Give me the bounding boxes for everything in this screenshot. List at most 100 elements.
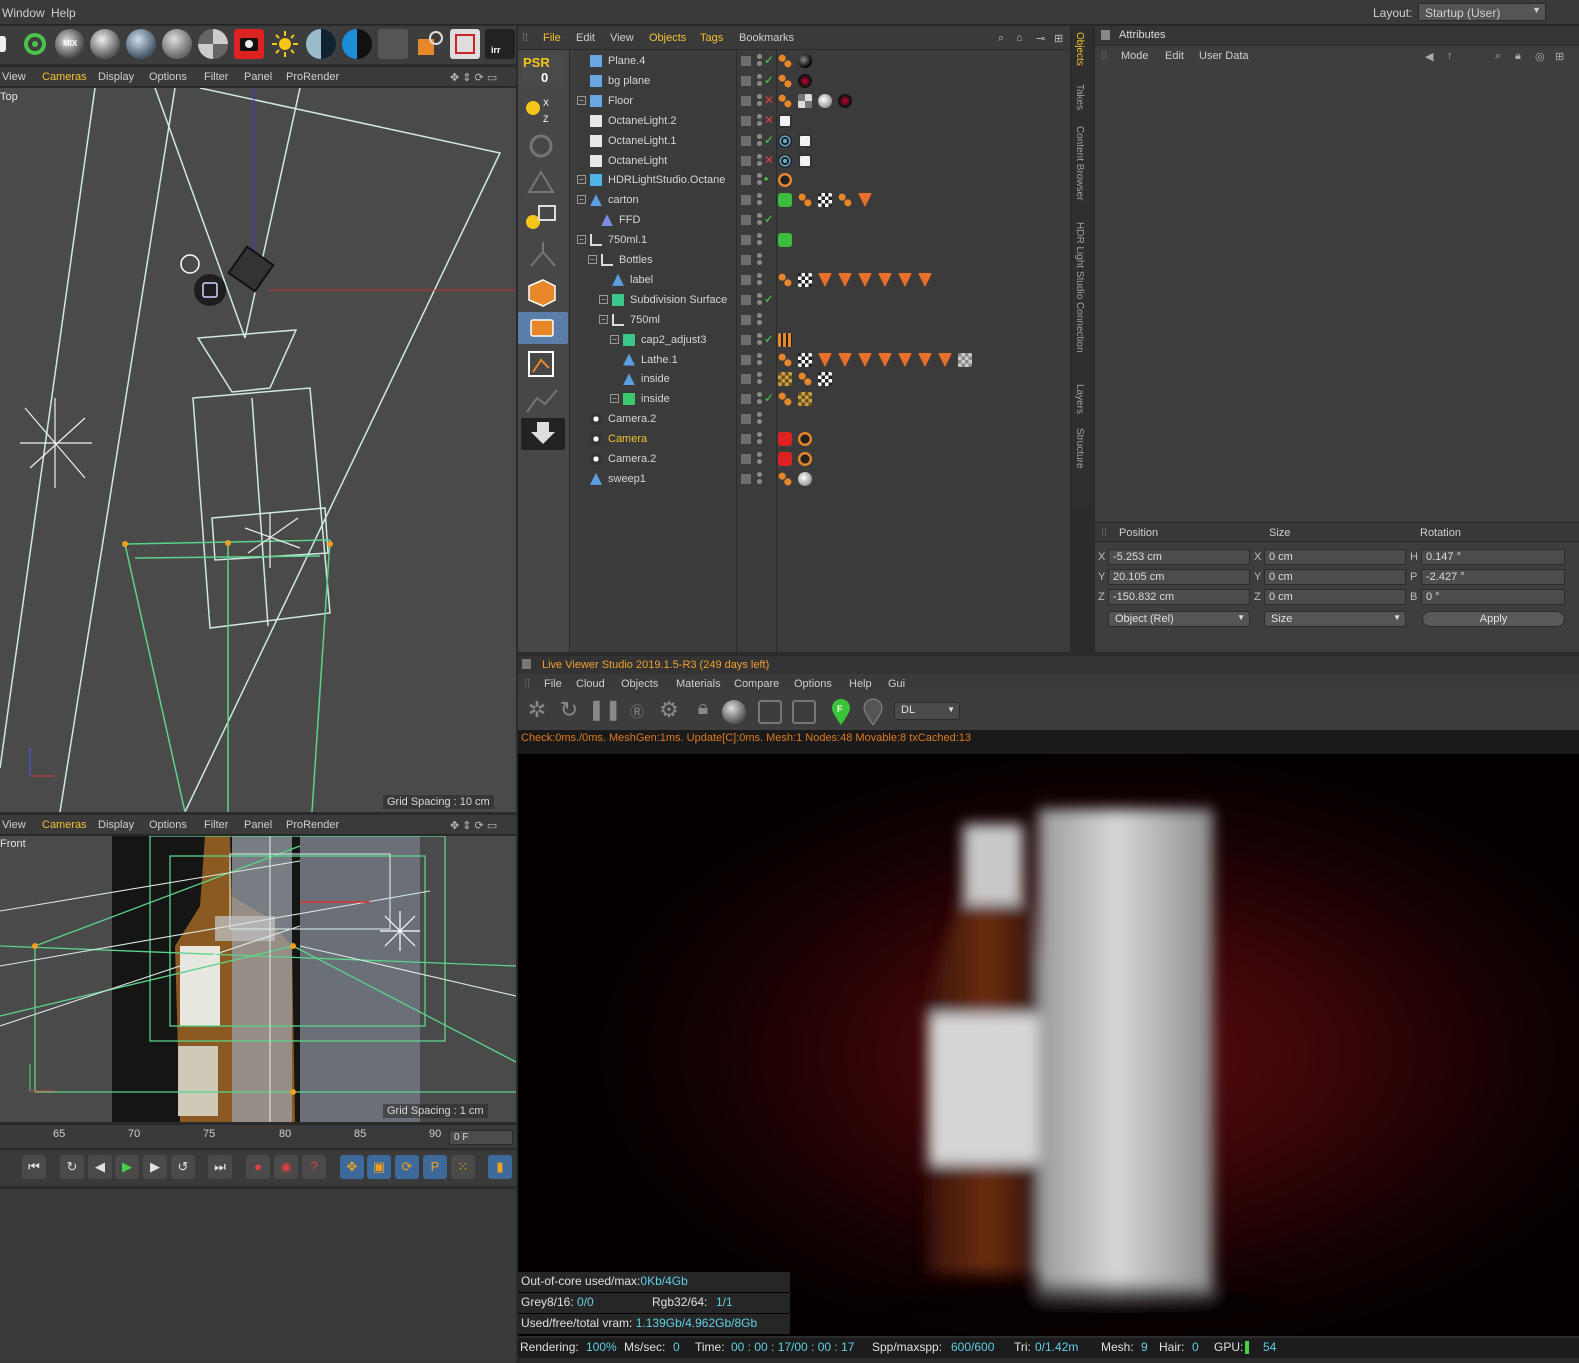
layer-swatch-icon[interactable]: [740, 273, 752, 286]
visibility-dots-icon[interactable]: [757, 213, 762, 227]
viewport-top[interactable]: Top Grid Spacing : 10 cm: [0, 88, 516, 812]
glossy-material-icon[interactable]: [126, 29, 156, 59]
visibility-dots-icon[interactable]: [757, 471, 762, 486]
new-window-icon[interactable]: ⊞: [1555, 50, 1564, 63]
vp2-menu-display[interactable]: Display: [98, 819, 134, 831]
disabled-cross-icon[interactable]: ✕: [764, 93, 774, 107]
visibility-dots-icon[interactable]: [757, 113, 762, 128]
enabled-check-icon[interactable]: ✓: [764, 292, 774, 306]
om-menu-view[interactable]: View: [610, 32, 634, 44]
size-x-field[interactable]: 0 cm: [1264, 549, 1406, 565]
param-key-icon[interactable]: P: [423, 1155, 447, 1179]
checker-material-icon[interactable]: [198, 29, 228, 59]
dots-tag-icon[interactable]: [798, 193, 812, 208]
object-row[interactable]: bg plane ✓: [576, 72, 1068, 91]
search-icon[interactable]: ⌕: [1495, 50, 1501, 63]
green-tag-icon[interactable]: [778, 233, 792, 248]
coordinate-mode-dropdown[interactable]: Object (Rel) ▼: [1108, 611, 1250, 627]
vp-menu-filter[interactable]: Filter: [204, 71, 228, 83]
object-row[interactable]: − 750ml.1: [576, 231, 1068, 250]
side-tab-objects[interactable]: Objects: [1074, 32, 1085, 66]
dots-tag-icon[interactable]: [778, 272, 792, 287]
enabled-check-icon[interactable]: ✓: [764, 53, 774, 67]
rotate-key-icon[interactable]: ⟳: [395, 1155, 419, 1179]
position-z-field[interactable]: -150.832 cm: [1108, 589, 1250, 605]
object-row[interactable]: − Subdivision Surface ✓: [576, 291, 1068, 310]
apply-button[interactable]: Apply: [1422, 611, 1565, 627]
dots-tag-icon[interactable]: [778, 352, 792, 367]
vp2-menu-cameras[interactable]: Cameras: [42, 819, 87, 831]
layer-swatch-icon[interactable]: [740, 55, 752, 67]
region-icon[interactable]: [758, 700, 782, 724]
axis-tool-icon[interactable]: XZ: [521, 94, 565, 126]
tri-tag-icon[interactable]: [838, 352, 852, 367]
lv-menu-file[interactable]: File: [544, 678, 562, 690]
recycle-icon[interactable]: [521, 130, 565, 162]
link-icon[interactable]: ⊸: [1036, 32, 1045, 45]
layer-swatch-icon[interactable]: [740, 134, 752, 147]
target-tag-icon[interactable]: [778, 153, 792, 168]
expand-toggle-icon[interactable]: −: [577, 95, 586, 105]
object-settings-icon[interactable]: [414, 29, 444, 59]
expand-toggle-icon[interactable]: −: [577, 235, 586, 245]
object-row[interactable]: − HDRLightStudio.Octane •: [576, 171, 1068, 190]
object-row[interactable]: OctaneLight.1 ✓: [576, 132, 1068, 151]
layer-swatch-icon[interactable]: [740, 313, 752, 326]
gold-tag-icon[interactable]: [798, 392, 812, 407]
rotation-p-field[interactable]: -2.427 °: [1421, 569, 1565, 585]
current-frame-field[interactable]: 0 F: [449, 1130, 513, 1145]
tri-tag-icon[interactable]: [898, 272, 912, 287]
layer-swatch-icon[interactable]: [740, 393, 752, 406]
enabled-check-icon[interactable]: ✓: [764, 332, 774, 346]
search-icon[interactable]: ⌕: [998, 32, 1004, 45]
pla-key-icon[interactable]: ⁙: [451, 1155, 475, 1179]
visibility-dots-icon[interactable]: [757, 54, 762, 68]
size-mode-dropdown[interactable]: Size ▼: [1264, 611, 1406, 627]
side-tab-layers[interactable]: Layers: [1074, 384, 1085, 414]
step-back-icon[interactable]: ◀: [88, 1155, 112, 1179]
visibility-dots-icon[interactable]: [757, 392, 762, 406]
visibility-dots-icon[interactable]: [757, 73, 762, 88]
object-row[interactable]: − carton: [576, 191, 1068, 210]
material-sphere-icon[interactable]: [90, 29, 120, 59]
move-key-icon[interactable]: ✥: [340, 1155, 364, 1179]
tri-tag-icon[interactable]: [898, 352, 912, 367]
tri-tag-icon[interactable]: [878, 352, 892, 367]
visibility-dots-icon[interactable]: [757, 292, 762, 307]
gray-tag-icon[interactable]: [798, 93, 812, 108]
object-row[interactable]: OctaneLight.2 ✕: [576, 112, 1068, 131]
new-window-icon[interactable]: ⊞: [1054, 32, 1063, 45]
black-tag-icon[interactable]: [798, 54, 812, 68]
object-row[interactable]: label: [576, 271, 1068, 290]
light-tag-icon[interactable]: [778, 113, 792, 128]
render-image[interactable]: Out-of-core used/max:0Kb/4Gb Grey8/16: 0…: [518, 754, 1579, 1336]
light-tag-icon[interactable]: [798, 133, 812, 148]
settings-gear-icon[interactable]: ⚙: [654, 697, 684, 727]
object-row[interactable]: Lathe.1: [576, 351, 1068, 370]
ban-tag-icon[interactable]: [778, 173, 792, 188]
go-to-start-icon[interactable]: ⏮: [22, 1155, 46, 1179]
side-tab-content-browser[interactable]: Content Browser: [1074, 126, 1085, 200]
om-menu-file[interactable]: File: [543, 32, 561, 44]
layer-swatch-icon[interactable]: [740, 194, 752, 207]
object-row[interactable]: Camera.2: [576, 410, 1068, 429]
render-start-icon[interactable]: ✲: [522, 697, 552, 727]
visibility-dots-icon[interactable]: [757, 432, 762, 446]
viewport-nav-icons[interactable]: ✥ ⇕ ⟳ ▭: [450, 71, 497, 84]
visibility-dots-icon[interactable]: [757, 193, 762, 207]
dots-tag-icon[interactable]: [838, 193, 852, 208]
darkred-tag-icon[interactable]: [838, 93, 852, 108]
checker-tag-icon[interactable]: [798, 352, 812, 367]
layer-swatch-icon[interactable]: [740, 74, 752, 87]
position-x-field[interactable]: -5.253 cm: [1108, 549, 1250, 565]
position-y-field[interactable]: 20.105 cm: [1108, 569, 1250, 585]
tri-tag-icon[interactable]: [918, 272, 932, 287]
vp-menu-prorender[interactable]: ProRender: [286, 71, 339, 83]
expand-toggle-icon[interactable]: −: [599, 294, 608, 304]
lv-menu-cloud[interactable]: Cloud: [576, 678, 605, 690]
tri-tag-icon[interactable]: [878, 272, 892, 287]
visibility-dots-icon[interactable]: [757, 133, 762, 148]
visibility-dots-icon[interactable]: [757, 352, 762, 367]
expand-toggle-icon[interactable]: −: [599, 314, 608, 324]
expand-toggle-icon[interactable]: −: [610, 394, 619, 404]
